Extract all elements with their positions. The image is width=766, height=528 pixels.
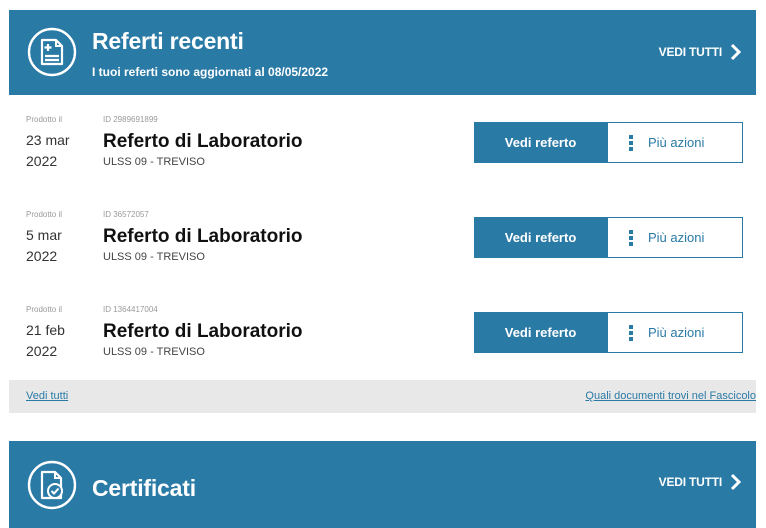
certificate-icon <box>27 460 77 510</box>
produced-label: Prodotto il <box>26 210 63 219</box>
medical-document-icon <box>27 27 77 77</box>
chevron-right-icon <box>730 473 742 491</box>
referto-title: Referto di Laboratorio <box>103 226 303 247</box>
referto-date-day: 5 mar <box>26 227 62 243</box>
chevron-right-icon <box>730 43 742 61</box>
referto-date-year: 2022 <box>26 153 58 169</box>
referto-org: ULSS 09 - TREVISO <box>103 251 205 263</box>
referto-date-year: 2022 <box>26 248 58 264</box>
see-all-footer-link[interactable]: Vedi tutti <box>26 390 68 402</box>
more-actions-button[interactable]: Più azioni <box>607 122 743 163</box>
referto-org: ULSS 09 - TREVISO <box>103 156 205 168</box>
referto-id: ID 2989691899 <box>103 115 158 124</box>
referto-row: Prodotto il 5 mar 2022 ID 36572057 Refer… <box>9 190 756 286</box>
view-referto-button[interactable]: Vedi referto <box>474 217 607 258</box>
referto-row: Prodotto il 21 feb 2022 ID 1364417004 Re… <box>9 285 756 381</box>
kebab-menu-icon <box>629 229 633 246</box>
view-referto-button[interactable]: Vedi referto <box>474 312 607 353</box>
documents-info-link[interactable]: Quali documenti trovi nel Fascicolo <box>585 390 756 402</box>
certificati-title: Certificati <box>92 475 196 501</box>
more-actions-button[interactable]: Più azioni <box>607 217 743 258</box>
referti-title: Referti recenti <box>92 28 244 54</box>
referto-org: ULSS 09 - TREVISO <box>103 346 205 358</box>
produced-label: Prodotto il <box>26 305 63 314</box>
more-actions-label: Più azioni <box>648 135 705 150</box>
referto-date-day: 23 mar <box>26 132 70 148</box>
referti-subtitle: I tuoi referti sono aggiornati al 08/05/… <box>92 65 329 79</box>
referti-footer: Vedi tutti Quali documenti trovi nel Fas… <box>9 380 756 413</box>
referto-date-day: 21 feb <box>26 322 65 338</box>
referto-id: ID 1364417004 <box>103 305 158 314</box>
more-actions-label: Più azioni <box>648 325 705 340</box>
kebab-menu-icon <box>629 324 633 341</box>
referto-row: Prodotto il 23 mar 2022 ID 2989691899 Re… <box>9 95 756 191</box>
certificati-see-all-link[interactable]: VEDI TUTTI <box>659 473 742 491</box>
view-referto-button[interactable]: Vedi referto <box>474 122 607 163</box>
referto-id: ID 36572057 <box>103 210 149 219</box>
more-actions-button[interactable]: Più azioni <box>607 312 743 353</box>
produced-label: Prodotto il <box>26 115 63 124</box>
referto-date-year: 2022 <box>26 343 58 359</box>
see-all-label: VEDI TUTTI <box>658 45 723 59</box>
more-actions-label: Più azioni <box>648 230 705 245</box>
referti-see-all-link[interactable]: VEDI TUTTI <box>659 43 742 61</box>
see-all-label: VEDI TUTTI <box>658 475 723 489</box>
kebab-menu-icon <box>629 134 633 151</box>
referto-title: Referto di Laboratorio <box>103 131 303 152</box>
certificati-header: Certificati VEDI TUTTI <box>9 441 756 528</box>
referto-title: Referto di Laboratorio <box>103 321 303 342</box>
referti-header: Referti recenti I tuoi referti sono aggi… <box>9 10 756 95</box>
